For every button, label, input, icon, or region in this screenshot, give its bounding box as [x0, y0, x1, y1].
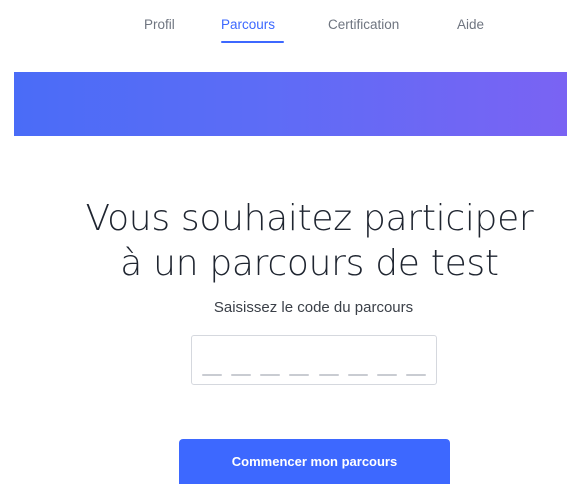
code-instruction: Saisissez le code du parcours: [213, 299, 414, 316]
code-slot: [231, 374, 252, 376]
nav-item-parcours[interactable]: Parcours: [221, 16, 275, 34]
code-slot: [405, 374, 426, 376]
page: Profil Parcours Certification Aide Vous …: [0, 0, 567, 484]
code-slot: [376, 374, 397, 376]
code-slot: [318, 374, 339, 376]
active-tab-indicator: [221, 41, 284, 43]
nav-item-profil[interactable]: Profil: [144, 16, 175, 34]
nav-item-aide[interactable]: Aide: [457, 16, 484, 34]
code-slot: [289, 374, 310, 376]
code-slots: [202, 374, 426, 376]
code-slot: [260, 374, 281, 376]
header-banner: [14, 72, 567, 136]
nav-item-certification[interactable]: Certification: [328, 16, 399, 34]
code-slot: [202, 374, 222, 376]
page-title-line-2: à un parcours de test: [120, 243, 499, 284]
page-title: Vous souhaitez participer à un parcours …: [0, 196, 567, 286]
start-course-button[interactable]: Commencer mon parcours: [179, 439, 450, 484]
page-title-line-1: Vous souhaitez participer: [85, 198, 534, 239]
top-navigation: Profil Parcours Certification Aide: [0, 0, 567, 55]
code-slot: [347, 374, 368, 376]
course-code-input[interactable]: [191, 335, 437, 385]
